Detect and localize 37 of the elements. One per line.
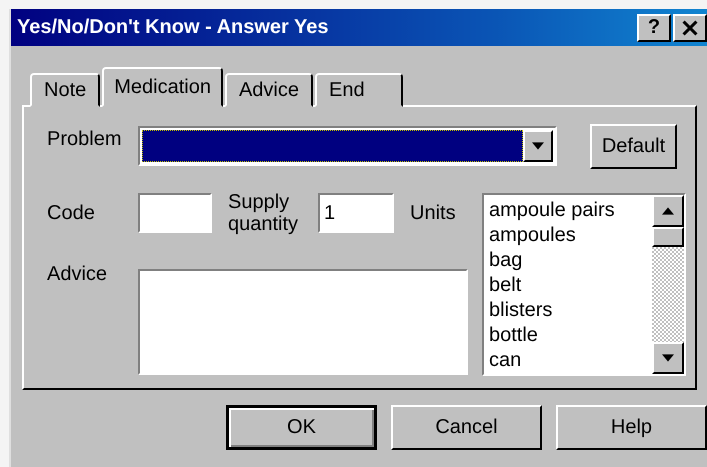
problem-dropdown[interactable] [138,126,557,166]
window-title: Yes/No/Don't Know - Answer Yes [17,16,328,39]
dialog-button[interactable]: Cancel [391,405,542,450]
scroll-down-button[interactable] [652,342,684,374]
units-listbox[interactable]: ampoule pairs ampoules bag belt blisters bottle can [482,193,686,376]
scroll-thumb[interactable] [652,227,684,247]
dialog-button[interactable]: OK [226,405,377,450]
list-item[interactable]: bag [489,248,652,273]
field-label: Code [47,202,96,224]
list-item[interactable]: ampoule pairs [489,198,652,223]
field-label: Problem [47,127,122,151]
dropdown-button[interactable] [523,130,553,162]
down-arrow-icon [662,354,674,362]
help-button[interactable]: ? [637,14,671,42]
scroll-up-button[interactable] [652,195,684,227]
list-item[interactable]: bottle [489,323,652,348]
code-field[interactable] [138,193,212,233]
dialog-button[interactable]: Help [556,405,707,450]
list-item[interactable]: blisters [489,298,652,323]
close-button[interactable] [673,14,707,42]
tab[interactable]: Medication [102,67,223,107]
tab[interactable]: End [315,73,403,107]
down-arrow-icon [532,142,544,150]
advice-field[interactable] [138,269,468,375]
tab[interactable]: Note [30,73,100,107]
scrollbar[interactable] [652,195,684,374]
tab[interactable]: Advice [224,73,313,107]
default-button[interactable]: Default [590,124,677,169]
close-icon [681,20,699,36]
list-item[interactable]: can [489,348,652,373]
field-label: Units [410,202,456,224]
list-item[interactable]: ampoules [489,223,652,248]
field-label: Advice [47,263,108,286]
up-arrow-icon [662,207,674,215]
list-item[interactable]: belt [489,273,652,298]
field-label: Supply quantity [228,191,300,235]
supply-quantity-field[interactable]: 1 [318,193,394,233]
